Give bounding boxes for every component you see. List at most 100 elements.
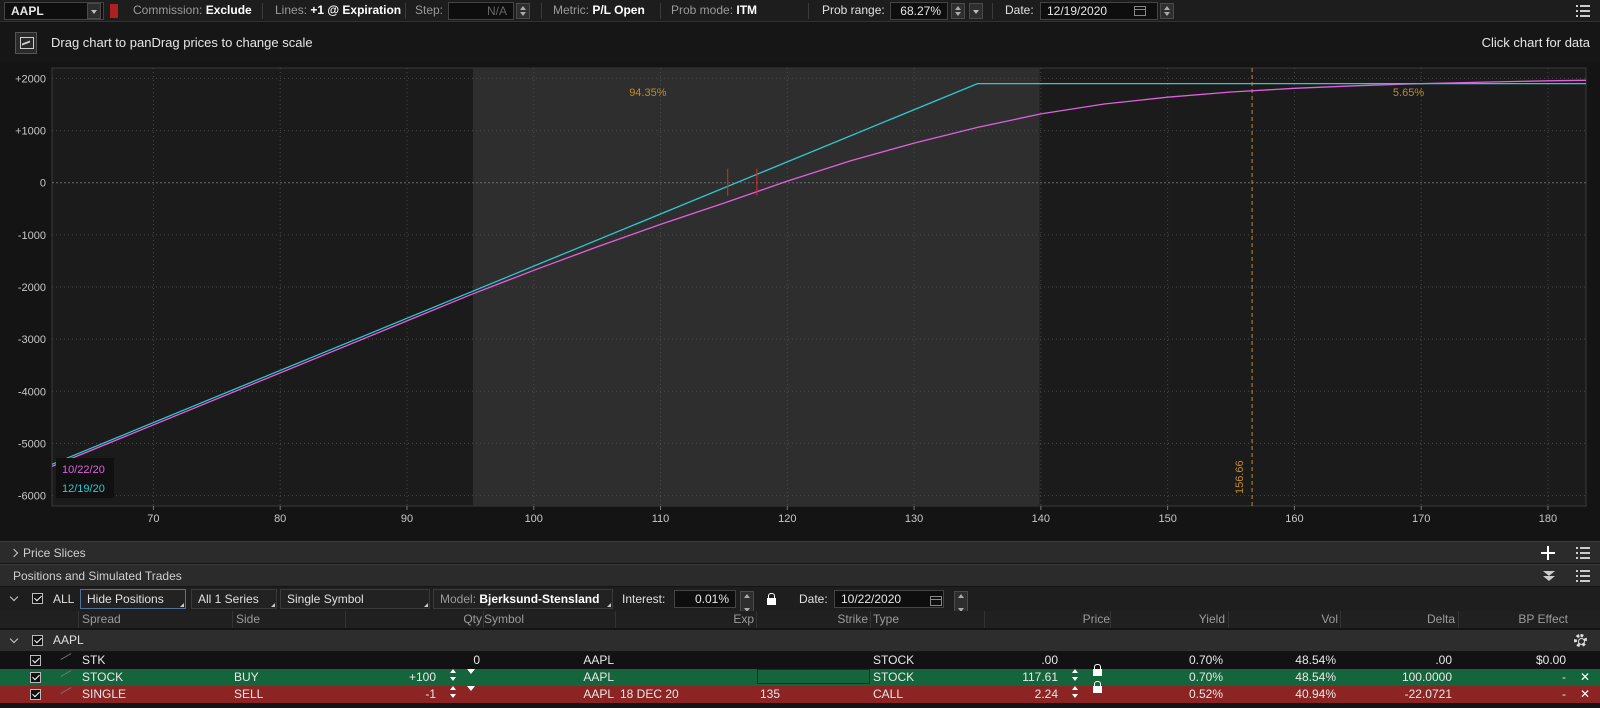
commission-value: Exclude: [205, 3, 252, 17]
x-tick-label: 80: [274, 513, 286, 525]
probrange-field[interactable]: 68.27%: [890, 2, 948, 20]
metric-label: Metric:: [553, 3, 589, 17]
row-symbol: AAPL: [583, 670, 614, 684]
interest-lock-icon[interactable]: [767, 593, 776, 605]
x-tick-label: 140: [1032, 513, 1050, 525]
strike-cell[interactable]: [757, 669, 870, 684]
link-icon[interactable]: [110, 4, 118, 18]
col-spread[interactable]: Spread: [82, 611, 121, 628]
row-yield: 0.70%: [1188, 653, 1223, 667]
price-spinner-icon[interactable]: [1071, 686, 1079, 698]
price-slices-menu-icon[interactable]: [1576, 547, 1590, 559]
sim-calendar-icon[interactable]: [930, 596, 942, 606]
qty-dropdown-icon[interactable]: [467, 669, 475, 675]
collapse-icon[interactable]: [1543, 571, 1555, 581]
model-dropdown[interactable]: Model: Bjerksund-Stensland: [433, 589, 613, 609]
lines-setting[interactable]: Lines: +1 @ Expiration: [275, 0, 401, 22]
hide-positions-dropdown[interactable]: Hide Positions: [80, 589, 186, 609]
step-spinner[interactable]: [516, 3, 530, 19]
qty-dropdown-icon[interactable]: [467, 686, 475, 692]
col-vol[interactable]: Vol: [1321, 611, 1338, 628]
metric-value: P/L Open: [592, 3, 645, 17]
probmode-setting[interactable]: Prob mode: ITM: [671, 0, 757, 22]
divider: [992, 3, 993, 19]
x-tick-label: 100: [525, 513, 543, 525]
table-row[interactable]: STK 0 AAPL STOCK .00 0.70% 48.54% .00 $0…: [0, 652, 1600, 669]
col-type[interactable]: Type: [873, 611, 899, 628]
remove-row-icon[interactable]: ✕: [1580, 669, 1590, 686]
calendar-icon[interactable]: [1134, 6, 1146, 16]
row-checkbox[interactable]: [30, 655, 41, 666]
price-spinner-icon[interactable]: [1071, 669, 1079, 681]
lines-value: +1 @ Expiration: [310, 3, 402, 17]
expand-chevron-icon[interactable]: [9, 548, 19, 558]
row-vol: 48.54%: [1295, 670, 1336, 684]
date-label: Date:: [1005, 3, 1034, 17]
probrange-spinner[interactable]: [951, 3, 965, 19]
step-field[interactable]: N/A: [448, 2, 514, 20]
group-row[interactable]: AAPL: [0, 630, 1600, 651]
qty-spinner-icon[interactable]: [449, 669, 457, 681]
table-row[interactable]: SINGLE SELL -1 AAPL 18 DEC 20 135 CALL 2…: [0, 681, 1600, 703]
row-qty[interactable]: -1: [425, 686, 436, 703]
pl-chart[interactable]: 70 80 90 100 110 120 130 140 150 160 170 180 +2000 +1…: [0, 63, 1600, 540]
probrange-dropdown[interactable]: [969, 3, 983, 19]
group-chevron-icon[interactable]: [9, 592, 19, 602]
row-qty[interactable]: +100: [409, 669, 436, 686]
positions-menu-icon[interactable]: [1576, 570, 1590, 582]
gear-icon[interactable]: [1574, 634, 1587, 647]
model-value: Bjerksund-Stensland: [479, 592, 600, 606]
col-qty[interactable]: Qty: [463, 611, 482, 628]
row-side[interactable]: BUY: [234, 669, 259, 686]
col-side[interactable]: Side: [236, 611, 260, 628]
commission-label: Commission:: [133, 3, 203, 17]
symbol-value: AAPL: [11, 4, 44, 18]
positions-bar[interactable]: Positions and Simulated Trades: [0, 564, 1600, 586]
chart-image-icon[interactable]: [15, 32, 37, 54]
commission-setting[interactable]: Commission: Exclude: [133, 0, 252, 22]
price-lock-icon[interactable]: [1093, 664, 1102, 676]
col-bp-effect[interactable]: BP Effect: [1518, 611, 1568, 628]
y-tick-label: +2000: [15, 73, 46, 85]
sim-date-field[interactable]: 10/22/2020: [834, 590, 944, 608]
col-strike[interactable]: Strike: [837, 611, 868, 628]
row-checkbox[interactable]: [30, 689, 41, 700]
group-checkbox[interactable]: [32, 635, 43, 646]
row-price[interactable]: 2.24: [1035, 686, 1058, 703]
sim-date-value: 10/22/2020: [841, 592, 902, 606]
drag-hint-text: Drag chart to panDrag prices to change s…: [51, 35, 313, 50]
row-exp[interactable]: 18 DEC 20: [620, 686, 679, 703]
col-exp[interactable]: Exp: [733, 611, 754, 628]
row-spread: STOCK: [82, 670, 124, 684]
row-strike[interactable]: 135: [760, 686, 780, 703]
remove-row-icon[interactable]: ✕: [1580, 686, 1590, 703]
date-spinner[interactable]: [1160, 3, 1174, 19]
all-checkbox[interactable]: [32, 593, 43, 604]
series-dropdown[interactable]: All 1 Series: [191, 589, 277, 609]
col-price[interactable]: Price: [1083, 611, 1110, 628]
col-symbol[interactable]: Symbol: [484, 611, 524, 628]
add-slice-icon[interactable]: [1541, 546, 1555, 560]
top-toolbar: AAPL Commission: Exclude Lines: +1 @ Exp…: [0, 0, 1600, 22]
toolbar-menu-icon[interactable]: [1576, 5, 1590, 17]
price-lock-icon[interactable]: [1093, 681, 1102, 693]
probability-label: 94.35%: [629, 87, 667, 99]
row-type[interactable]: CALL: [873, 686, 903, 703]
qty-spinner-icon[interactable]: [449, 686, 457, 698]
click-hint-text: Click chart for data: [1481, 35, 1590, 50]
row-side[interactable]: SELL: [234, 686, 263, 703]
group-row-chevron-icon[interactable]: [9, 634, 19, 644]
table-row[interactable]: STOCK BUY +100 AAPL STOCK 117.61 0.70% 4…: [0, 664, 1600, 686]
probmode-value: ITM: [736, 3, 758, 17]
price-slices-bar[interactable]: Price Slices: [0, 541, 1600, 563]
row-checkbox[interactable]: [30, 672, 41, 683]
col-yield[interactable]: Yield: [1199, 611, 1225, 628]
symbol-mode-dropdown[interactable]: Single Symbol: [280, 589, 430, 609]
interest-field[interactable]: 0.01%: [674, 590, 736, 608]
row-price[interactable]: 117.61: [1022, 669, 1058, 686]
metric-setting[interactable]: Metric: P/L Open: [553, 0, 645, 22]
row-delta: -22.0721: [1404, 687, 1452, 701]
symbol-dropdown-button[interactable]: [87, 3, 101, 19]
col-delta[interactable]: Delta: [1427, 611, 1455, 628]
lines-label: Lines:: [275, 3, 308, 17]
